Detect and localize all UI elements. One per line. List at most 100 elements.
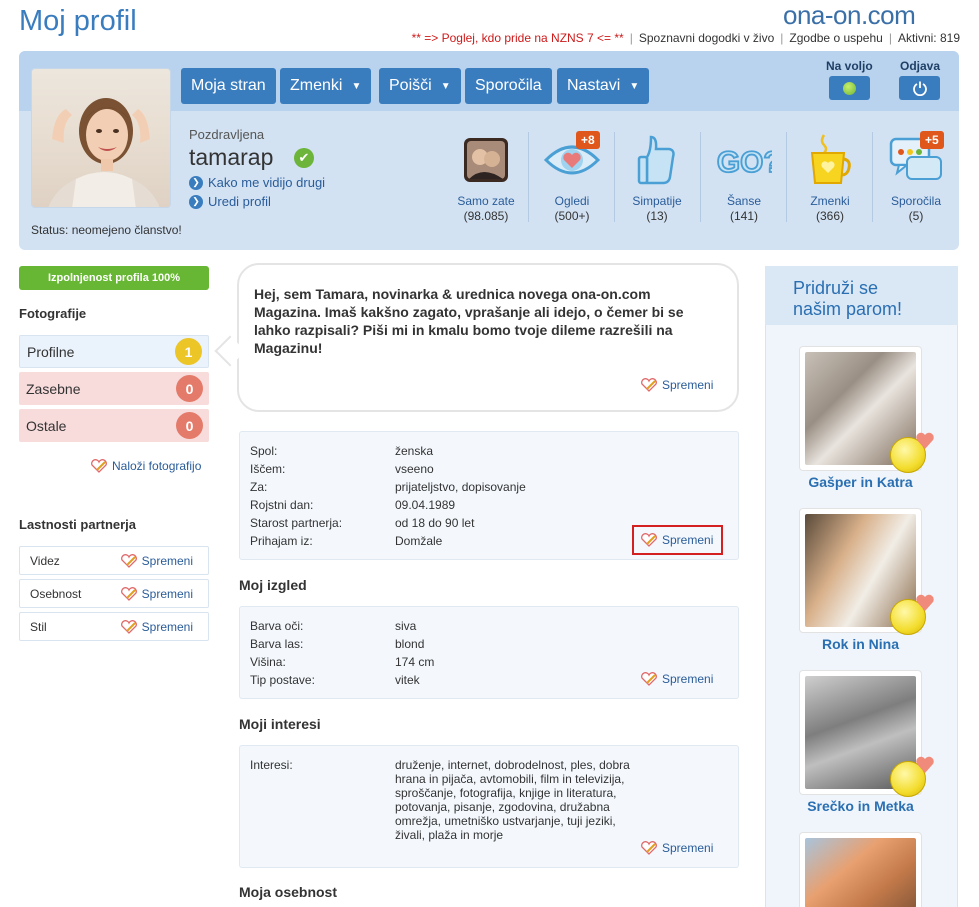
couples-title: Pridruži se našim parom! (793, 278, 902, 320)
verified-check-icon: ✔ (294, 148, 314, 168)
available-toggle[interactable] (829, 76, 870, 100)
nav-settings-label: Nastavi (567, 77, 621, 94)
nav-search-label: Poišči (389, 77, 432, 94)
stat-views[interactable]: Ogledi (500+) (529, 132, 615, 224)
about-me-text: Hej, sem Tamara, novinarka & urednica no… (254, 286, 684, 356)
edit-interests-link[interactable]: Spremeni (640, 841, 713, 855)
photo-count-badge: 1 (175, 338, 202, 365)
interests-line: sproščanje, fotografija, knjige in liter… (395, 786, 617, 800)
site-logo[interactable]: ona-on.com (783, 0, 916, 31)
stories-link[interactable]: Zgodbe o uspehu (789, 31, 882, 45)
looks-heading: Moj izgled (239, 577, 307, 593)
upload-photo-label: Naloži fotografijo (112, 459, 202, 473)
edit-profile-label: Uredi profil (208, 194, 271, 209)
stat-dates[interactable]: Zmenki (366) (787, 132, 873, 224)
field-value: vitek (395, 673, 420, 687)
interests-line: omrežja, umetniško ustvarjanje, tuji jez… (395, 814, 616, 828)
view-as-others-link[interactable]: ❯ Kako me vidijo drugi (189, 175, 325, 190)
field-value: od 18 do 90 let (395, 516, 475, 530)
field-label: Tip postave: (250, 673, 315, 687)
field-value: blond (395, 637, 425, 651)
edit-link[interactable]: Spremeni (120, 554, 193, 568)
stat-count: (98.085) (463, 209, 509, 223)
couple-photo-icon (458, 132, 514, 188)
photos-private-row[interactable]: Zasebne 0 (19, 372, 209, 405)
view-as-others-label: Kako me vidijo drugi (208, 175, 326, 190)
nav-messages[interactable]: Sporočila (465, 68, 552, 104)
stat-label: Samo zate (457, 194, 515, 208)
logout-button[interactable] (899, 76, 940, 100)
interests-line: živali, plaža in morje (395, 828, 504, 842)
nav-settings[interactable]: Nastavi ▼ (557, 68, 650, 104)
heart-pencil-icon (91, 459, 107, 473)
nav-search[interactable]: Poišči ▼ (379, 68, 461, 104)
heart-pencil-icon (120, 553, 137, 568)
available-label: Na voljo (826, 59, 873, 73)
edit-label: Spremeni (662, 378, 714, 392)
field-label: Rojstni dan: (250, 498, 314, 512)
edit-link[interactable]: Spremeni (120, 620, 193, 634)
heart-pencil-icon (120, 619, 137, 634)
edit-profile-link[interactable]: ❯ Uredi profil (189, 194, 271, 209)
edit-label: Spremeni (662, 841, 714, 855)
stat-chances[interactable]: GO? Šanse (141) (701, 132, 787, 224)
photo-category-label: Ostale (26, 417, 67, 434)
interests-line: hrana in pijača, avtomobili, film in tel… (395, 772, 625, 786)
heart-icon (916, 594, 934, 611)
photos-heading: Fotografije (19, 306, 87, 321)
couple-name[interactable]: Gašper in Katra (771, 474, 950, 490)
page-title: Moj profil (19, 5, 137, 37)
stat-only-for-you[interactable]: Samo zate (98.085) (443, 132, 529, 224)
edit-looks-link[interactable]: Spremeni (640, 672, 713, 686)
photo-count-badge: 0 (176, 375, 203, 402)
couple-name[interactable]: Rok in Nina (771, 636, 950, 652)
stat-label: Šanse (726, 194, 762, 208)
membership-status: Status: neomejeno članstvo! (31, 223, 182, 237)
edit-about-link[interactable]: Spremeni (640, 378, 713, 392)
stat-count: (500+) (554, 209, 590, 223)
stat-count: (13) (646, 209, 668, 223)
power-icon (912, 81, 927, 96)
go-icon: GO? (716, 132, 772, 188)
edit-label: Spremeni (141, 619, 193, 634)
views-badge: +8 (576, 131, 600, 149)
active-count: Aktivni: 819 (897, 31, 960, 45)
field-label: Spol: (250, 444, 278, 458)
coffee-cup-icon (802, 132, 858, 188)
stat-label: Zmenki (810, 194, 850, 208)
partner-attr-label: Videz (30, 553, 60, 568)
messages-badge: +5 (920, 131, 944, 149)
edit-label: Spremeni (141, 586, 193, 601)
events-link[interactable]: Spoznavni dogodki v živo (639, 31, 774, 45)
nav-my-page[interactable]: Moja stran (181, 68, 276, 104)
promo-link[interactable]: ** => Poglej, kdo pride na NZNS 7 <= ** (412, 31, 624, 45)
edit-link[interactable]: Spremeni (120, 587, 193, 601)
field-label: Barva las: (250, 637, 304, 651)
upload-photo-link[interactable]: Naloži fotografijo (90, 459, 201, 473)
partner-heading: Lastnosti partnerja (19, 517, 137, 532)
field-label: Višina: (250, 655, 286, 669)
edit-basic-info-link[interactable]: Spremeni (640, 533, 713, 547)
top-nav: ** => Poglej, kdo pride na NZNS 7 <= ** |… (411, 31, 960, 45)
stat-likes[interactable]: Simpatije (13) (614, 132, 700, 224)
nav-dates[interactable]: Zmenki ▼ (280, 68, 372, 104)
stat-count: (366) (815, 209, 844, 223)
stat-messages[interactable]: Sporočila (5) (873, 132, 959, 224)
nav-dates-label: Zmenki (290, 77, 343, 94)
avatar[interactable] (31, 68, 171, 208)
field-value: prijateljstvo, dopisovanje (395, 480, 526, 494)
photos-other-row[interactable]: Ostale 0 (19, 409, 209, 442)
field-value: siva (395, 619, 417, 633)
stat-count: (141) (729, 209, 758, 223)
heart-icon (916, 756, 934, 773)
photos-profile-row[interactable]: Profilne 1 (19, 335, 209, 368)
field-value: 174 cm (395, 655, 435, 669)
couple-card[interactable] (799, 832, 922, 907)
heart-pencil-icon (641, 672, 657, 686)
heart-pencil-icon (641, 378, 657, 392)
stat-label: Ogledi (554, 194, 590, 208)
field-label: Barva oči: (250, 619, 304, 633)
couple-name[interactable]: Srečko in Metka (771, 798, 950, 814)
stat-count: (5) (908, 209, 924, 223)
stat-label: Sporočila (890, 194, 942, 208)
